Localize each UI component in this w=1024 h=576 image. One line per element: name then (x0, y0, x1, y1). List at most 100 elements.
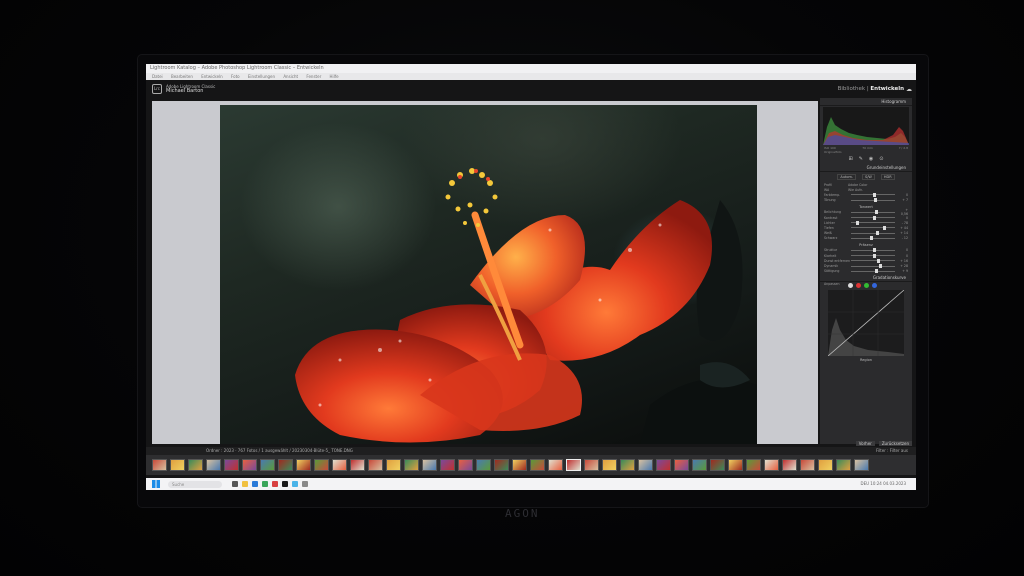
slider-knob[interactable] (879, 264, 883, 269)
slider-knob[interactable] (874, 269, 878, 274)
filmstrip-thumbnail[interactable] (458, 459, 473, 471)
filmstrip-thumbnail[interactable] (368, 459, 383, 471)
menu-file[interactable]: Datei (152, 74, 163, 79)
taskbar-search[interactable]: Suche (168, 480, 222, 488)
bw-button[interactable]: S/W (862, 174, 875, 180)
heal-tool-icon[interactable]: ✎ (859, 156, 863, 162)
slider-value[interactable]: 0 (898, 216, 908, 220)
slider-track[interactable] (851, 198, 895, 203)
crop-tool-icon[interactable]: ⊞ (849, 156, 853, 162)
filmstrip-thumbnail[interactable] (818, 459, 833, 471)
filmstrip-thumbnail[interactable] (350, 459, 365, 471)
slider-track[interactable] (851, 248, 895, 253)
slider-value[interactable]: + 14 (898, 231, 908, 235)
slider-knob[interactable] (882, 225, 886, 230)
lightroom-taskbar-icon[interactable] (282, 481, 288, 487)
slider-knob[interactable] (873, 215, 876, 220)
slider-track[interactable] (851, 215, 895, 220)
filmstrip-thumbnail[interactable] (836, 459, 851, 471)
slider-value[interactable]: + 28 (898, 264, 908, 268)
filmstrip-thumbnail[interactable] (728, 459, 743, 471)
filmstrip-thumbnail[interactable] (422, 459, 437, 471)
filmstrip-thumbnail[interactable] (764, 459, 779, 471)
slider-row[interactable]: Tönung + 7 (820, 198, 912, 203)
menu-develop[interactable]: Entwickeln (201, 74, 223, 79)
histogram-header[interactable]: Histogramm (820, 98, 912, 106)
slider-track[interactable] (851, 269, 895, 274)
menu-window[interactable]: Fenster (306, 74, 321, 79)
filmstrip-thumbnail[interactable] (494, 459, 509, 471)
slider-track[interactable] (851, 253, 895, 258)
slider-knob[interactable] (874, 198, 878, 203)
system-tray[interactable]: DEU 10:24 04.03.2023 (860, 481, 906, 486)
slider-track[interactable] (851, 264, 895, 269)
slider-knob[interactable] (873, 248, 876, 253)
menu-settings[interactable]: Einstellungen (248, 74, 275, 79)
original-photo-toggle[interactable]: Originalfoto (820, 150, 912, 154)
filmstrip-thumbnail[interactable] (386, 459, 401, 471)
filmstrip-filter[interactable]: Filter : Filter aus (876, 447, 908, 455)
basic-header[interactable]: Grundeinstellungen (820, 164, 912, 172)
filmstrip-thumbnail[interactable] (674, 459, 689, 471)
slider-knob[interactable] (876, 231, 880, 236)
module-library[interactable]: Bibliothek (838, 86, 865, 92)
slider-knob[interactable] (876, 258, 880, 263)
channel-red-icon[interactable] (856, 282, 861, 288)
slider-track[interactable] (851, 210, 895, 215)
hibiscus-photo[interactable] (220, 105, 757, 444)
filmstrip-thumbnail[interactable] (710, 459, 725, 471)
slider-value[interactable]: - 12 (898, 236, 908, 240)
slider-row[interactable]: Schwarz - 12 (820, 236, 912, 241)
tone-curve-header[interactable]: Gradationskurve (820, 274, 912, 282)
hdr-button[interactable]: HDR (880, 174, 895, 180)
filmstrip-thumbnail[interactable] (404, 459, 419, 471)
menu-edit[interactable]: Bearbeiten (171, 74, 193, 79)
filmstrip-thumbnail[interactable] (440, 459, 455, 471)
slider-knob[interactable] (856, 220, 860, 225)
filmstrip-thumbnail[interactable] (782, 459, 797, 471)
channel-rgb-icon[interactable] (848, 282, 853, 288)
slider-track[interactable] (851, 258, 895, 263)
slider-track[interactable] (851, 236, 895, 241)
module-develop[interactable]: Entwickeln (870, 86, 904, 92)
filmstrip-thumbnail[interactable] (332, 459, 347, 471)
slider-value[interactable]: + 7 (898, 198, 908, 202)
filmstrip-thumbnail[interactable] (188, 459, 203, 471)
edge-icon[interactable] (252, 481, 258, 487)
auto-button[interactable]: Autom. (837, 174, 856, 180)
photo-viewer[interactable] (152, 101, 818, 444)
tone-curve[interactable] (828, 290, 904, 356)
filmstrip-info[interactable]: Ordner : 2023 · 767 Fotos / 1 ausgewählt… (206, 447, 353, 455)
cloud-icon[interactable]: ☁ (906, 86, 912, 93)
filmstrip-thumbnail[interactable] (296, 459, 311, 471)
slider-track[interactable] (851, 192, 895, 197)
filmstrip-thumbnail[interactable] (656, 459, 671, 471)
app-icon[interactable] (302, 481, 308, 487)
filter-value[interactable]: Filter aus (890, 448, 908, 453)
filmstrip-thumbnail[interactable] (314, 459, 329, 471)
filmstrip-thumbnail[interactable] (476, 459, 491, 471)
slider-knob[interactable] (875, 210, 879, 215)
slider-knob[interactable] (873, 253, 876, 258)
app-icon[interactable] (272, 481, 278, 487)
filmstrip-thumbnail[interactable] (206, 459, 221, 471)
reset-button[interactable]: Zurücksetzen (878, 441, 912, 446)
mask-tool-icon[interactable]: ⊙ (879, 156, 883, 162)
filmstrip-thumbnail[interactable] (170, 459, 185, 471)
slider-value[interactable]: 0 (898, 248, 908, 252)
menu-help[interactable]: Hilfe (330, 74, 339, 79)
filmstrip-thumbnail[interactable] (620, 459, 635, 471)
explorer-icon[interactable] (242, 481, 248, 487)
filmstrip-thumbnail[interactable] (152, 459, 167, 471)
wb-value[interactable]: Wie Aufn. (848, 188, 863, 192)
filmstrip-thumbnail[interactable] (584, 459, 599, 471)
menu-view[interactable]: Ansicht (283, 74, 298, 79)
filmstrip-thumbnail[interactable] (548, 459, 563, 471)
taskview-icon[interactable] (232, 481, 238, 487)
slider-knob[interactable] (873, 192, 876, 197)
filmstrip-thumbnail[interactable] (692, 459, 707, 471)
filmstrip-thumbnail[interactable] (224, 459, 239, 471)
curve-adjust-row[interactable]: Anpassen (820, 282, 912, 288)
slider-value[interactable]: + 9 (898, 269, 908, 273)
filmstrip-thumbnail[interactable] (260, 459, 275, 471)
